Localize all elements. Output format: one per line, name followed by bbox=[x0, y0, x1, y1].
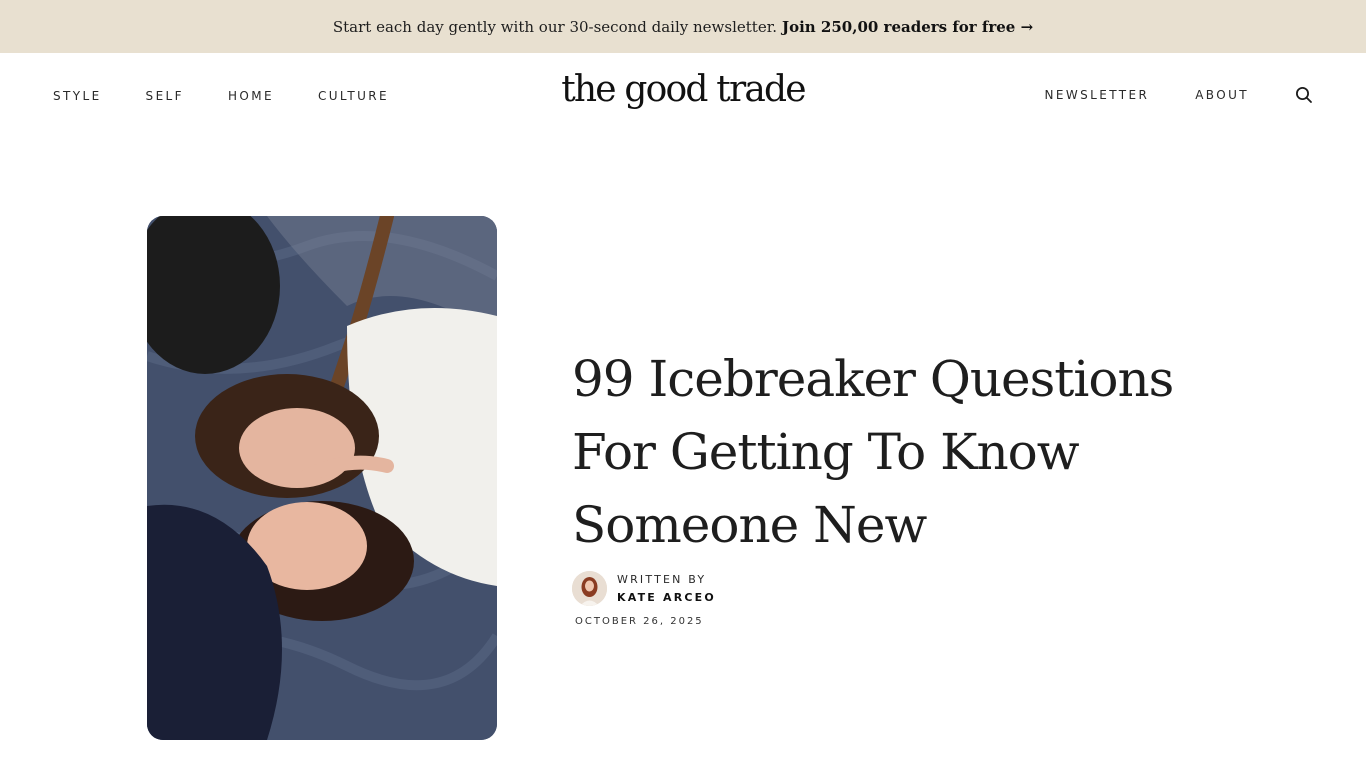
announcement-bar: Start each day gently with our 30-second… bbox=[0, 0, 1366, 53]
hero-photo bbox=[147, 216, 497, 740]
author-avatar[interactable] bbox=[572, 571, 607, 606]
author-name[interactable]: KATE ARCEO bbox=[617, 591, 716, 605]
article-title: 99 Icebreaker Questions For Getting To K… bbox=[572, 350, 1174, 554]
author-avatar-image bbox=[572, 571, 607, 606]
announcement-text: Start each day gently with our 30-second… bbox=[332, 17, 777, 36]
written-by-label: WRITTEN BY bbox=[617, 572, 707, 586]
announcement-link[interactable]: Join 250,00 readers for free → bbox=[782, 18, 1033, 36]
nav-item-about[interactable]: ABOUT bbox=[1195, 88, 1249, 102]
search-icon[interactable] bbox=[1295, 86, 1313, 104]
publish-date: OCTOBER 26, 2025 bbox=[575, 616, 704, 627]
author-byline: WRITTEN BY KATE ARCEO bbox=[572, 571, 716, 606]
author-text: WRITTEN BY KATE ARCEO bbox=[617, 573, 716, 605]
hero-image[interactable] bbox=[147, 216, 497, 740]
nav-item-newsletter[interactable]: NEWSLETTER bbox=[1045, 88, 1150, 102]
secondary-nav: NEWSLETTER ABOUT bbox=[999, 86, 1313, 104]
